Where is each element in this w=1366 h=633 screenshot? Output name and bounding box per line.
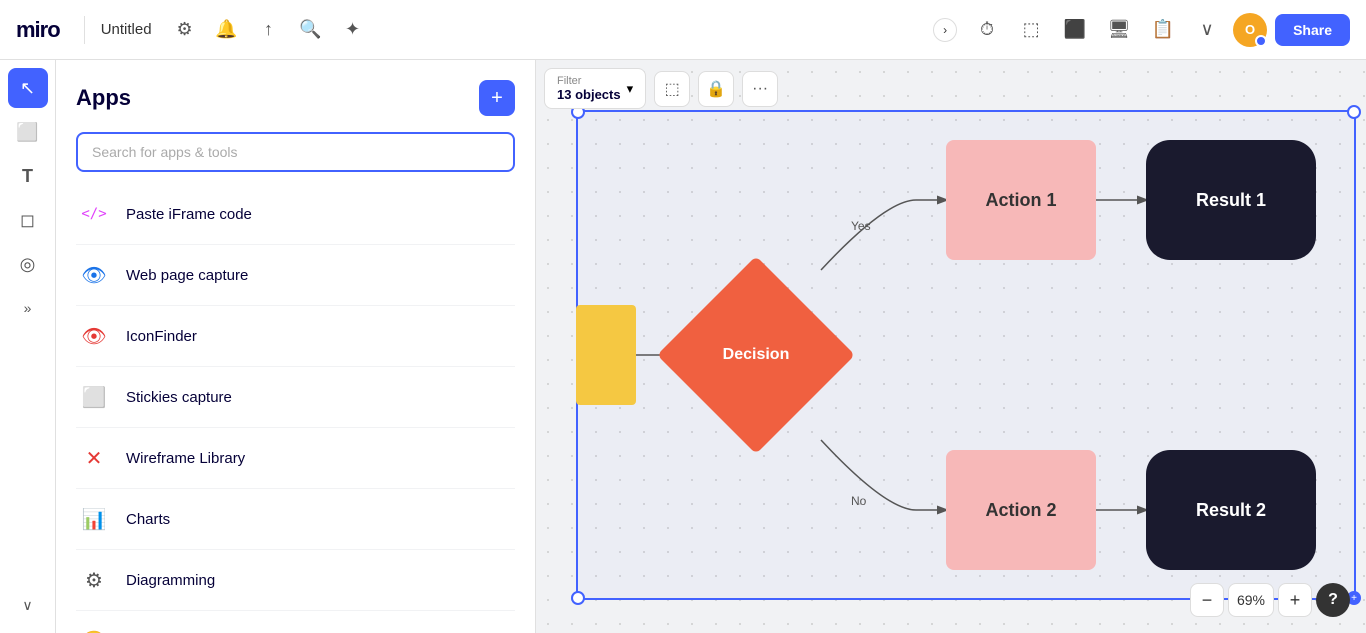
decision-shape[interactable]: Decision <box>656 265 856 445</box>
app-label-diagramming: Diagramming <box>126 572 215 589</box>
zoom-in-button[interactable]: + <box>1278 583 1312 617</box>
miro-logo: miro <box>16 17 60 43</box>
sidebar-tool-more[interactable]: » <box>8 288 48 328</box>
sidebar-tool-frames[interactable]: ⬜ <box>8 112 48 152</box>
zoom-out-button[interactable]: − <box>1190 583 1224 617</box>
avatar: O <box>1233 13 1267 47</box>
app-icon-charts: 📊 <box>76 501 112 537</box>
app-label-webpage: Web page capture <box>126 267 248 284</box>
logo-divider <box>84 16 85 44</box>
frames-icon[interactable]: ⬚ <box>1013 12 1049 48</box>
app-label-iconfinder: IconFinder <box>126 328 197 345</box>
topbar-right: › ⏱ ⬚ ⬛ 🖥 📋 ∨ O Share <box>933 12 1350 48</box>
left-sidebar: ↖ ⬜ T ◻ ◎ » ∨ <box>0 60 56 633</box>
avatar-badge <box>1255 35 1267 47</box>
apps-panel: Apps + </> Paste iFrame code 👁 Web page cap… <box>56 60 536 633</box>
fit-to-frame-icon[interactable]: ⬚ <box>654 71 690 107</box>
diagram: + Yes No Dec <box>556 110 1366 633</box>
notes-icon[interactable]: 📋 <box>1145 12 1181 48</box>
lock-icon[interactable]: 🔒 <box>698 71 734 107</box>
filter-button[interactable]: Filter 13 objects ▾ <box>544 68 646 109</box>
app-label-wireframe: Wireframe Library <box>126 450 245 467</box>
apps-panel-header: Apps + <box>76 80 515 116</box>
sidebar-tool-sticky[interactable]: ◻ <box>8 200 48 240</box>
cursor-magic-icon[interactable]: ✦ <box>336 13 370 47</box>
app-icon-diagramming: ⚙ <box>76 562 112 598</box>
filter-bar: Filter 13 objects ▾ ⬚ 🔒 ··· <box>544 68 778 109</box>
result2-shape[interactable]: Result 2 <box>1146 450 1316 570</box>
apps-panel-title: Apps <box>76 85 131 111</box>
app-icon-iconfinder: 👁 <box>76 318 112 354</box>
search-icon[interactable]: 🔍 <box>294 13 328 47</box>
more-tools-icon[interactable]: ∨ <box>1189 12 1225 48</box>
zoom-level-label: 69% <box>1228 583 1274 617</box>
reaction-icon[interactable]: ⬛ <box>1057 12 1093 48</box>
app-icon-stickies: ⬜ <box>76 379 112 415</box>
help-button[interactable]: ? <box>1316 583 1350 617</box>
app-item-stickies[interactable]: ⬜ Stickies capture <box>76 367 515 428</box>
app-icon-stickers: 😀 <box>76 623 112 633</box>
app-icon-wireframe: ✕ <box>76 440 112 476</box>
sidebar-tool-connect[interactable]: ◎ <box>8 244 48 284</box>
sidebar-tool-collapse[interactable]: ∨ <box>8 585 48 625</box>
share-button[interactable]: Share <box>1275 14 1350 46</box>
app-label-stickies: Stickies capture <box>126 389 232 406</box>
decision-label: Decision <box>723 346 790 364</box>
app-item-stickers[interactable]: 😀Stickers and Emojis <box>76 611 515 633</box>
share-upload-icon[interactable]: ↑ <box>252 13 286 47</box>
presentation-icon[interactable]: 🖥 <box>1101 12 1137 48</box>
app-label-charts: Charts <box>126 511 170 528</box>
topbar-expand-icon[interactable]: › <box>933 18 957 42</box>
filter-count: 13 objects <box>557 87 621 102</box>
action2-shape[interactable]: Action 2 <box>946 450 1096 570</box>
app-item-charts[interactable]: 📊 Charts <box>76 489 515 550</box>
settings-icon[interactable]: ⚙ <box>168 13 202 47</box>
topbar: miro Untitled ⚙ 🔔 ↑ 🔍 ✦ › ⏱ ⬚ ⬛ 🖥 📋 ∨ O … <box>0 0 1366 60</box>
app-item-diagramming[interactable]: ⚙ Diagramming <box>76 550 515 611</box>
apps-add-button[interactable]: + <box>479 80 515 116</box>
document-title[interactable]: Untitled <box>101 21 152 38</box>
timer-icon[interactable]: ⏱ <box>969 12 1005 48</box>
app-icon-webpage: 👁 <box>76 257 112 293</box>
start-shape[interactable] <box>576 305 636 405</box>
app-item-iconfinder[interactable]: 👁 IconFinder <box>76 306 515 367</box>
result1-shape[interactable]: Result 1 <box>1146 140 1316 260</box>
app-item-wireframe[interactable]: ✕ Wireframe Library <box>76 428 515 489</box>
bell-icon[interactable]: 🔔 <box>210 13 244 47</box>
app-item-iframe[interactable]: </> Paste iFrame code <box>76 184 515 245</box>
filter-label: Filter <box>557 75 621 87</box>
corner-handle-tr[interactable] <box>1347 105 1361 119</box>
chevron-down-icon: ▾ <box>627 81 634 97</box>
apps-list: </> Paste iFrame code 👁 Web page capture 👁 Ic… <box>76 184 515 633</box>
action1-shape[interactable]: Action 1 <box>946 140 1096 260</box>
sidebar-tool-cursor[interactable]: ↖ <box>8 68 48 108</box>
app-icon-iframe: </> <box>76 196 112 232</box>
app-item-webpage[interactable]: 👁 Web page capture <box>76 245 515 306</box>
more-options-icon[interactable]: ··· <box>742 71 778 107</box>
corner-handle-bl[interactable] <box>571 591 585 605</box>
canvas-area[interactable]: Filter 13 objects ▾ ⬚ 🔒 ··· + <box>536 60 1366 633</box>
apps-search-input[interactable] <box>76 132 515 172</box>
app-label-iframe: Paste iFrame code <box>126 206 252 223</box>
sidebar-tool-text[interactable]: T <box>8 156 48 196</box>
zoom-controls: − 69% + ? <box>1190 583 1350 617</box>
